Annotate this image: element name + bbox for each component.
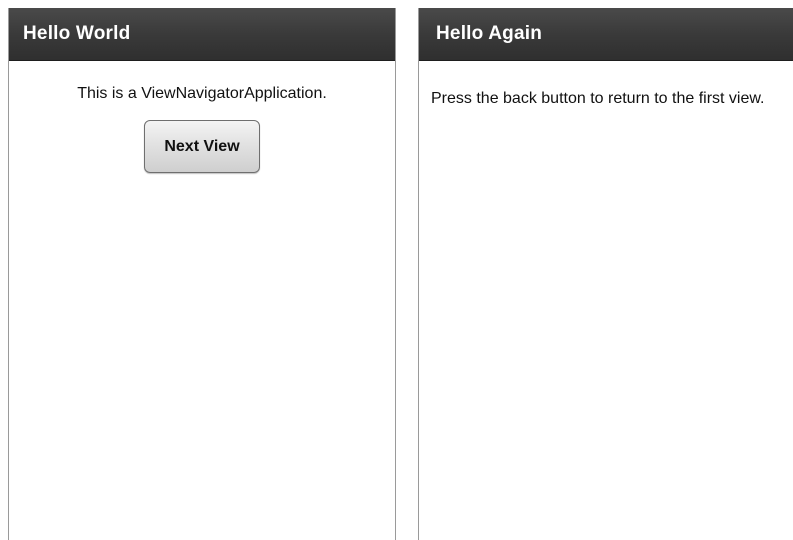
- first-view-screen: Hello World This is a ViewNavigatorAppli…: [8, 8, 396, 540]
- first-view-title: Hello World: [23, 23, 131, 44]
- second-view-screen: Hello Again Press the back button to ret…: [418, 8, 793, 540]
- second-view-message: Press the back button to return to the f…: [431, 90, 765, 107]
- second-view-content: Press the back button to return to the f…: [419, 89, 793, 109]
- second-view-action-bar: Hello Again: [419, 8, 793, 61]
- first-view-content: This is a ViewNavigatorApplication. Next…: [9, 85, 395, 173]
- first-view-action-bar: Hello World: [9, 8, 395, 61]
- first-view-message: This is a ViewNavigatorApplication.: [77, 85, 327, 102]
- next-view-button[interactable]: Next View: [144, 120, 260, 173]
- second-view-title: Hello Again: [436, 23, 543, 44]
